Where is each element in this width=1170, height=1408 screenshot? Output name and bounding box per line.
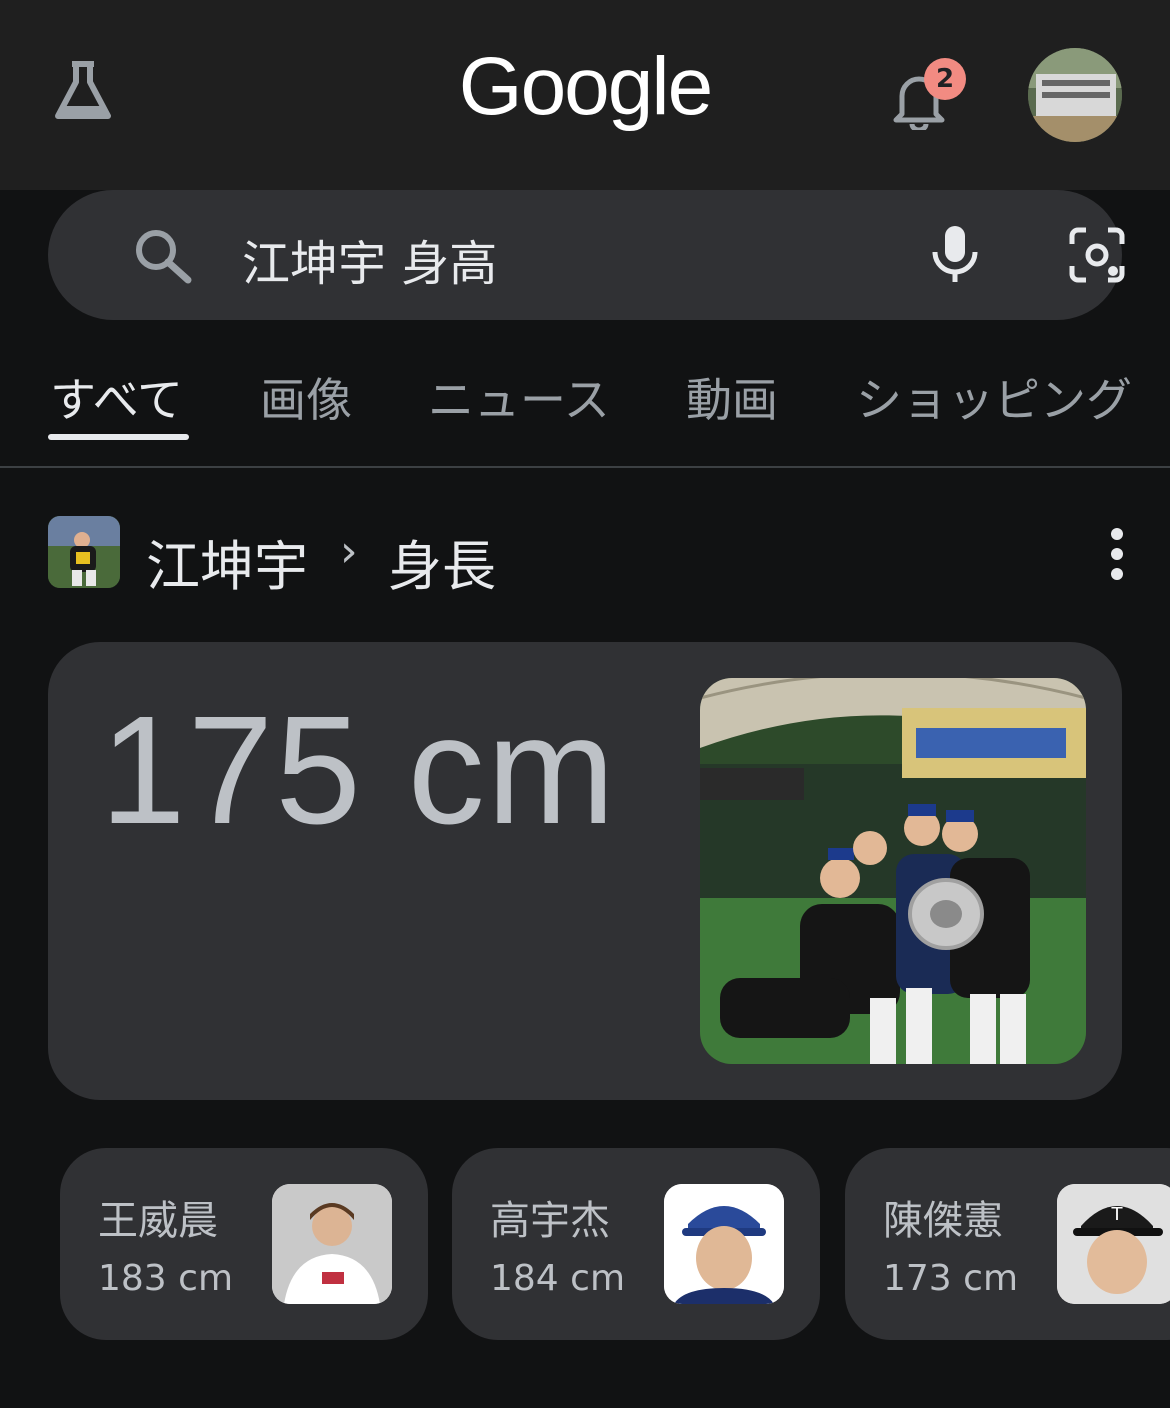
search-tabs: すべて 画像 ニュース 動画 ショッピング [0, 340, 1170, 468]
breadcrumb[interactable]: 江坤宇 › 身長 [48, 516, 1170, 598]
answer-card[interactable]: 175 cm [48, 642, 1122, 1100]
active-tab-indicator [48, 434, 189, 440]
related-card[interactable]: 高宇杰 184 cm [452, 1148, 820, 1340]
tab-shopping[interactable]: ショッピング [856, 364, 1132, 430]
entity-thumbnail [48, 516, 120, 588]
related-height: 184 cm [490, 1258, 626, 1299]
related-name: 高宇杰 [490, 1198, 610, 1244]
google-logo[interactable]: Google [0, 40, 1170, 134]
svg-text:T: T [1111, 1204, 1124, 1225]
related-card[interactable]: 王威晨 183 cm [60, 1148, 428, 1340]
notification-badge: 2 [924, 58, 966, 100]
microphone-icon[interactable] [928, 224, 982, 284]
search-icon[interactable] [134, 228, 194, 284]
related-height: 173 cm [883, 1258, 1019, 1299]
related-photo [664, 1184, 784, 1304]
related-name: 王威晨 [98, 1198, 218, 1244]
height-value: 175 cm [100, 684, 618, 856]
related-name: 陳傑憲 [883, 1198, 1003, 1244]
related-photo: T [1057, 1184, 1170, 1304]
search-box[interactable]: 江坤宇 身高 [48, 190, 1125, 320]
top-bar: Google 2 [0, 0, 1170, 190]
avatar[interactable] [1028, 48, 1122, 142]
breadcrumb-attribute[interactable]: 身長 [388, 522, 496, 601]
answer-photo[interactable] [700, 678, 1086, 1064]
breadcrumb-separator: › [340, 526, 358, 577]
tab-images[interactable]: 画像 [260, 364, 352, 430]
more-options-icon[interactable] [1104, 528, 1130, 580]
related-card[interactable]: 陳傑憲 173 cm T [845, 1148, 1170, 1340]
related-photo [272, 1184, 392, 1304]
related-height: 183 cm [98, 1258, 234, 1299]
camera-lens-icon[interactable] [1068, 226, 1126, 284]
tab-videos[interactable]: 動画 [686, 364, 778, 430]
tab-all[interactable]: すべて [50, 364, 183, 430]
breadcrumb-entity[interactable]: 江坤宇 [146, 522, 308, 601]
search-query[interactable]: 江坤宇 身高 [242, 224, 497, 294]
tab-news[interactable]: ニュース [428, 364, 610, 430]
